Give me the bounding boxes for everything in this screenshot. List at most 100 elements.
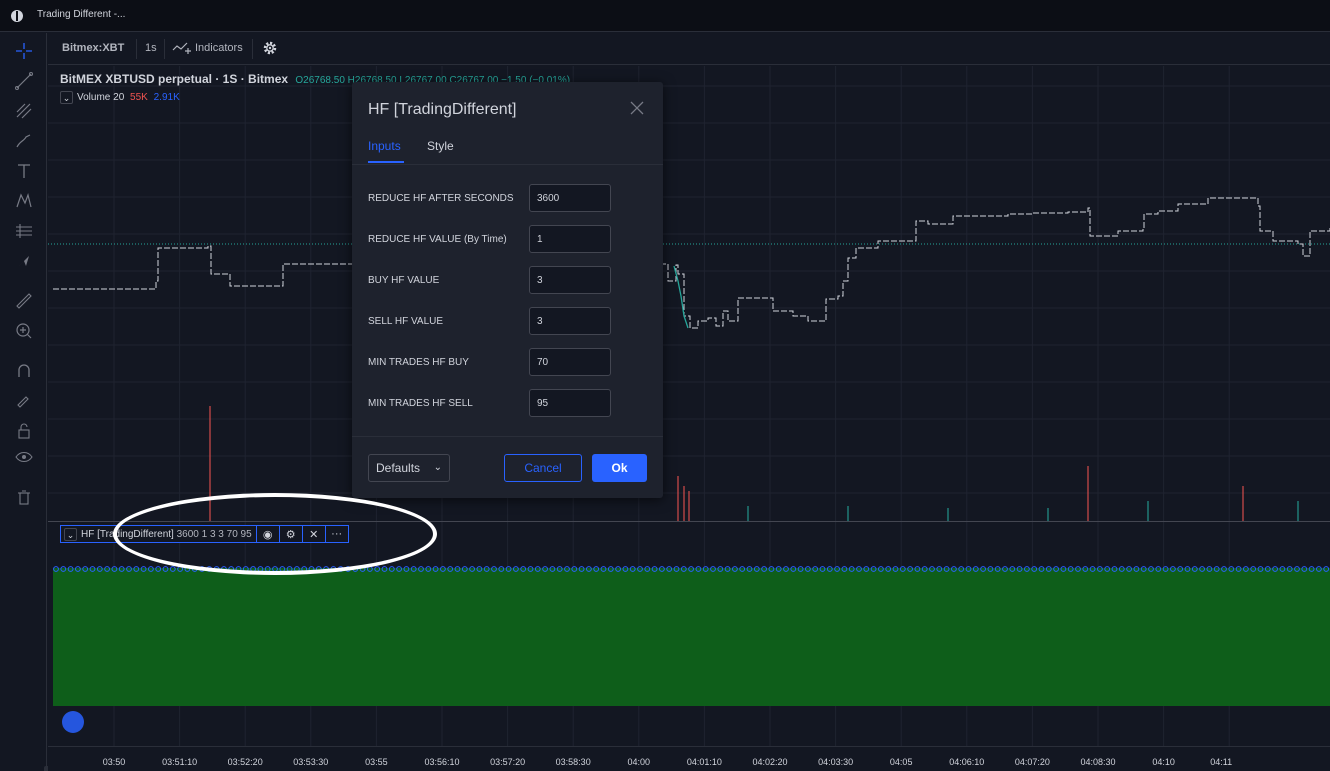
- hf-dot: [162, 566, 169, 572]
- hf-dot: [637, 566, 643, 572]
- chart-area[interactable]: BitMEX XBTUSD perpetual · 1S · Bitmex O2…: [48, 66, 1330, 746]
- hf-dot: [155, 566, 162, 572]
- remove-tool[interactable]: [12, 485, 36, 509]
- measure-tool[interactable]: [12, 289, 36, 313]
- hf-dot: [440, 566, 446, 572]
- symbol-button[interactable]: Bitmex:XBT: [62, 33, 124, 64]
- input-label: BUY HF VALUE: [368, 275, 440, 286]
- hf-legend[interactable]: ⌄ HF [TradingDifferent] 3600 1 3 3 70 95…: [60, 525, 349, 543]
- pattern-icon: [16, 192, 32, 208]
- hf-dot: [534, 566, 541, 572]
- hf-dot: [622, 566, 629, 572]
- cancel-button[interactable]: Cancel: [504, 454, 582, 482]
- tradingview-logo-icon[interactable]: [62, 711, 84, 733]
- hf-dot: [315, 566, 322, 572]
- hf-dot: [797, 566, 804, 572]
- hf-dot: [89, 566, 96, 572]
- tab-style[interactable]: Style: [427, 139, 454, 153]
- chevron-down-icon[interactable]: ⌄: [60, 91, 73, 104]
- magnet-tool[interactable]: [12, 359, 36, 383]
- hf-dot: [936, 566, 943, 572]
- hf-dot: [1104, 566, 1111, 572]
- hf-settings-button[interactable]: ⚙: [278, 526, 302, 542]
- trend-line-tool[interactable]: [12, 69, 36, 93]
- reduce-hf-value-input[interactable]: [529, 225, 611, 253]
- indicators-button[interactable]: Indicators: [172, 33, 243, 64]
- hf-dot: [1316, 566, 1322, 572]
- cursor-tool[interactable]: [12, 249, 36, 273]
- volume-label: Volume 20: [77, 92, 125, 104]
- hf-dot: [1308, 566, 1315, 572]
- hf-dot: [396, 566, 403, 572]
- hf-dot: [221, 566, 227, 572]
- hf-dot: [118, 566, 125, 572]
- reduce-hf-after-seconds-input[interactable]: [529, 184, 611, 212]
- eye-icon: [15, 451, 33, 463]
- brush-tool[interactable]: [12, 129, 36, 153]
- tab-inputs[interactable]: Inputs: [368, 139, 401, 153]
- hf-dot: [199, 566, 205, 572]
- hf-dot: [666, 566, 673, 572]
- stay-in-drawing-tool[interactable]: [12, 389, 36, 413]
- app-logo-icon: [11, 10, 23, 22]
- hf-dot: [768, 566, 775, 572]
- hide-tool[interactable]: [12, 445, 36, 469]
- fib-tool[interactable]: [12, 99, 36, 123]
- hf-visibility-button[interactable]: ◉: [255, 526, 279, 542]
- hf-dot: [104, 566, 110, 572]
- hf-remove-button[interactable]: ✕: [301, 526, 325, 542]
- hf-dot: [863, 566, 870, 572]
- hf-dot: [374, 566, 381, 572]
- time-axis[interactable]: 03:50 03:51:10 03:52:20 03:53:30 03:55 03:56:…: [48, 746, 1330, 771]
- hf-dot: [600, 566, 607, 572]
- price-spike-line: [673, 265, 689, 329]
- prediction-tool[interactable]: [12, 219, 36, 243]
- eye-icon: ◉: [262, 528, 273, 541]
- input-label: REDUCE HF AFTER SECONDS: [368, 193, 514, 204]
- toolbar-divider: [164, 39, 165, 59]
- hf-more-button[interactable]: ···: [324, 526, 348, 542]
- min-trades-hf-buy-input[interactable]: [529, 348, 611, 376]
- volume-legend: ⌄ Volume 20 55K 2.91K: [60, 91, 180, 104]
- time-axis-label: 03:53:30: [293, 757, 329, 767]
- lock-tool[interactable]: [12, 419, 36, 443]
- gear-icon: ⚙: [285, 528, 296, 541]
- input-row: MIN TRADES HF SELL: [368, 389, 648, 417]
- hf-dot: [1199, 566, 1205, 572]
- dialog-close-button[interactable]: [627, 98, 647, 118]
- hf-dot: [1162, 566, 1169, 572]
- hf-dot: [330, 566, 337, 572]
- hf-dot: [987, 566, 994, 572]
- hf-dot: [958, 566, 965, 572]
- hf-dot: [593, 566, 600, 572]
- text-tool[interactable]: [12, 159, 36, 183]
- defaults-dropdown[interactable]: Defaults ⌄: [368, 454, 450, 482]
- hf-dot: [1272, 566, 1278, 572]
- time-axis-label: 04:03:30: [818, 757, 854, 767]
- hf-dot: [1148, 566, 1154, 572]
- hf-dot: [257, 566, 264, 572]
- pattern-tool[interactable]: [12, 189, 36, 213]
- sell-hf-value-input[interactable]: [529, 307, 611, 335]
- settings-button[interactable]: [262, 33, 278, 64]
- hf-dot: [644, 566, 651, 572]
- min-trades-hf-sell-input[interactable]: [529, 389, 611, 417]
- volume-value-1: 55K: [130, 92, 148, 104]
- hf-dot: [228, 566, 235, 572]
- chevron-down-icon[interactable]: ⌄: [64, 527, 77, 541]
- ok-button[interactable]: Ok: [592, 454, 647, 482]
- hf-dot: [965, 566, 972, 572]
- interval-button[interactable]: 1s: [145, 33, 157, 64]
- hf-dot: [520, 566, 527, 572]
- zoom-tool[interactable]: [12, 319, 36, 343]
- hf-dot: [775, 566, 782, 572]
- input-row: BUY HF VALUE: [368, 266, 648, 294]
- buy-hf-value-input[interactable]: [529, 266, 611, 294]
- hf-legend-label: HF [TradingDifferent]: [81, 528, 174, 540]
- hf-dot: [724, 566, 731, 572]
- time-axis-label: 04:08:30: [1080, 757, 1116, 767]
- crosshair-icon: [16, 43, 32, 59]
- hf-dot: [279, 566, 286, 572]
- crosshair-tool[interactable]: [12, 39, 36, 63]
- hf-legend-title: HF [TradingDifferent] 3600 1 3 3 70 95: [77, 529, 256, 540]
